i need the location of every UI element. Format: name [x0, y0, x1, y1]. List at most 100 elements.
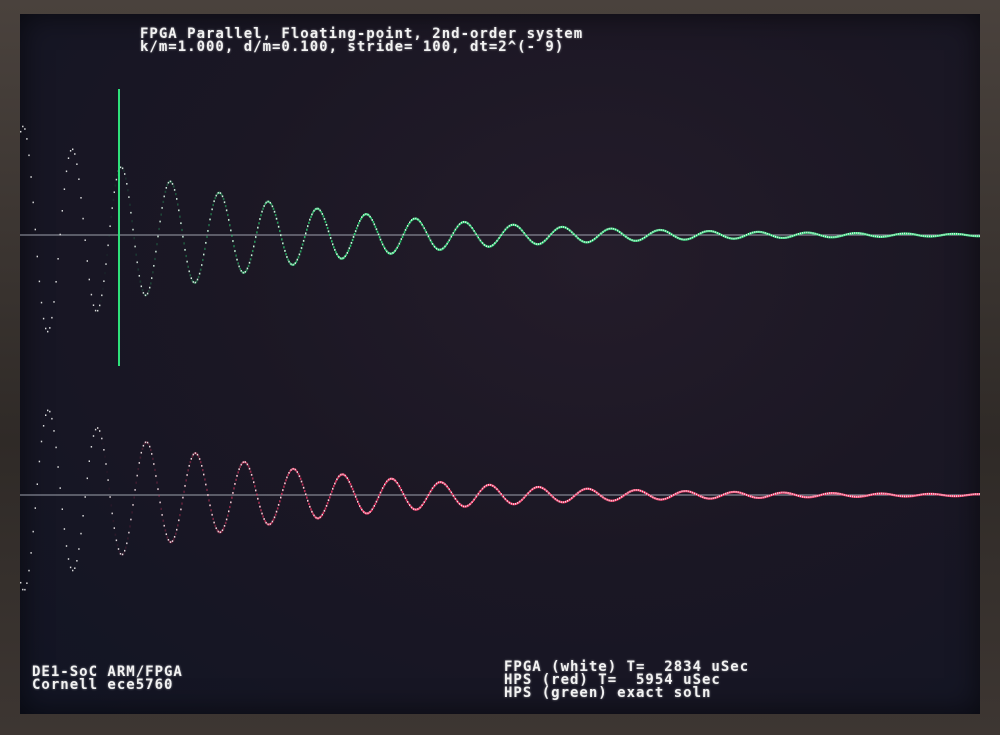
fpga-point	[188, 465, 190, 467]
fpga-point	[30, 176, 32, 178]
fpga-point	[307, 499, 309, 502]
exact-point	[378, 236, 381, 239]
top-trace-points	[20, 125, 980, 333]
fpga-point	[223, 201, 226, 203]
hps-point	[133, 496, 135, 499]
fpga-point	[55, 281, 57, 283]
exact-point	[106, 253, 108, 257]
bottom-trace-points	[20, 409, 980, 591]
exact-point	[374, 225, 377, 228]
exact-point	[127, 189, 129, 192]
fpga-point	[332, 487, 334, 490]
fpga-point	[234, 483, 236, 485]
exact-point	[422, 225, 425, 228]
fpga-point	[124, 549, 126, 552]
fpga-point	[309, 218, 311, 221]
exact-point	[210, 213, 212, 216]
fpga-point	[155, 475, 157, 477]
exact-point	[310, 215, 312, 218]
fpga-point	[207, 494, 209, 496]
fpga-point	[215, 194, 217, 197]
fpga-point	[284, 250, 286, 252]
fpga-point	[88, 278, 90, 281]
fpga-point	[20, 581, 22, 584]
exact-point	[204, 247, 206, 250]
fpga-point	[69, 566, 72, 569]
fpga-point	[221, 529, 224, 531]
fpga-point	[236, 258, 238, 261]
fpga-point	[140, 285, 142, 288]
fpga-point	[146, 441, 149, 444]
fpga-point	[92, 435, 95, 437]
fpga-point	[134, 245, 136, 248]
hps-point	[378, 493, 381, 496]
fpga-point	[101, 437, 103, 440]
fpga-point	[402, 233, 405, 236]
hps-point	[260, 509, 262, 512]
fpga-point	[280, 496, 282, 499]
exact-point	[249, 258, 252, 261]
exact-point	[428, 237, 431, 240]
fpga-point	[107, 479, 109, 481]
hps-point	[281, 492, 283, 495]
fpga-point	[261, 210, 263, 213]
fpga-point	[300, 247, 303, 249]
exact-point	[324, 220, 327, 223]
fpga-point	[153, 463, 155, 465]
fpga-point	[115, 178, 118, 181]
exact-point	[212, 203, 214, 207]
exact-solution-label: HPS (green) exact soln	[504, 685, 712, 701]
fpga-point	[336, 253, 338, 255]
exact-point	[295, 260, 298, 263]
fpga-point	[80, 532, 82, 535]
fpga-point	[51, 316, 53, 319]
fpga-point	[163, 524, 165, 527]
hps-point	[297, 473, 300, 476]
hps-point	[158, 494, 160, 497]
fpga-point	[82, 515, 84, 517]
hps-point	[401, 491, 404, 494]
hps-point	[129, 525, 131, 528]
fpga-point	[65, 170, 68, 173]
exact-point	[137, 268, 140, 271]
exact-point	[235, 254, 237, 257]
fpga-point	[67, 558, 70, 560]
fpga-point	[173, 536, 176, 538]
hps-point	[247, 465, 250, 468]
exact-point	[206, 235, 208, 238]
fpga-point	[38, 460, 41, 463]
fpga-point	[90, 446, 93, 448]
fpga-point	[72, 569, 74, 572]
exact-point	[247, 264, 250, 267]
hps-point	[199, 461, 202, 464]
fpga-point	[203, 473, 205, 476]
hps-point	[285, 479, 287, 482]
fpga-point	[325, 505, 328, 507]
fpga-point	[348, 247, 350, 249]
fpga-point	[271, 520, 274, 523]
fpga-point	[138, 275, 140, 277]
fpga-point	[359, 220, 361, 222]
hps-point	[256, 493, 258, 496]
exact-point	[133, 237, 135, 240]
fpga-point	[350, 242, 353, 244]
fpga-point	[157, 488, 159, 490]
fpga-point	[207, 230, 209, 232]
fpga-point	[406, 225, 409, 227]
exact-point	[224, 205, 227, 208]
exact-point	[189, 274, 192, 277]
fpga-point	[65, 545, 68, 547]
fpga-point	[138, 462, 140, 464]
fpga-point	[82, 217, 84, 220]
fpga-point	[205, 483, 207, 486]
fpga-point	[404, 229, 407, 231]
exact-point	[214, 197, 217, 200]
hps-point	[160, 507, 162, 510]
fpga-point	[124, 173, 126, 175]
hps-point	[185, 479, 187, 482]
fpga-point	[398, 485, 400, 487]
hps-point	[123, 552, 125, 555]
fpga-point	[452, 494, 454, 497]
fpga-point	[24, 588, 26, 591]
exact-point	[229, 224, 231, 227]
